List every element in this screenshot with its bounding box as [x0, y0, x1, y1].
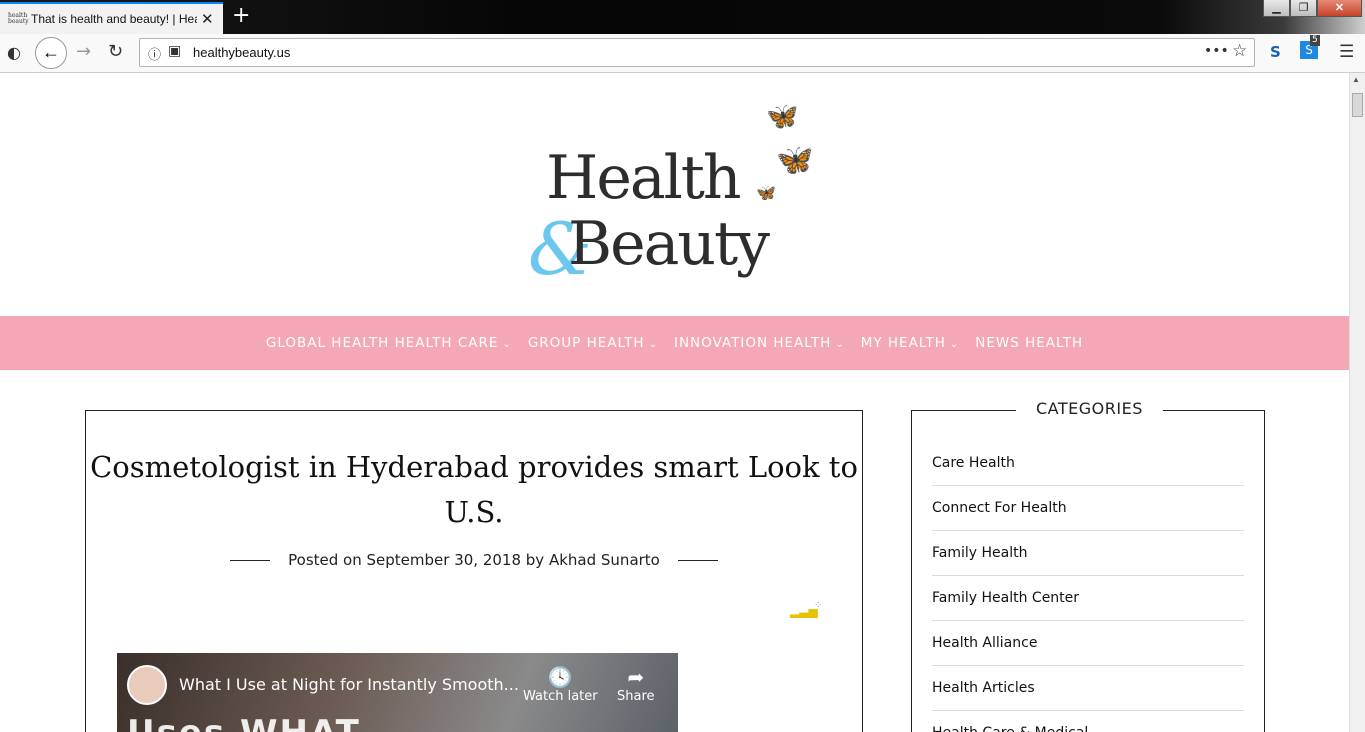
tab-title: That is health and beauty! | Hea [31, 12, 197, 26]
tab-favicon-icon: health beauty [8, 12, 29, 25]
by-label: by [525, 551, 545, 569]
category-link[interactable]: Health Articles [932, 666, 1244, 711]
butterfly-large-icon: 🦋 [776, 144, 814, 177]
article-card: Cosmetologist in Hyderabad provides smar… [85, 410, 863, 732]
forward-button[interactable]: → [76, 41, 91, 62]
category-link[interactable]: Health Care & Medical [932, 711, 1244, 732]
article-title[interactable]: Cosmetologist in Hyderabad provides smar… [86, 445, 862, 535]
new-tab-icon[interactable]: + [232, 3, 250, 28]
article-meta: Posted on September 30, 2018 by Akhad Su… [86, 551, 862, 569]
main-nav: GLOBAL HEALTH HEALTH CARE ⌄ GROUP HEALTH ⌄… [0, 316, 1349, 370]
category-link[interactable]: Connect For Health [932, 486, 1244, 531]
chevron-down-icon: ⌄ [835, 339, 845, 350]
chevron-down-icon: ⌄ [648, 339, 658, 350]
image-icon: ▣ [168, 43, 182, 59]
url-text[interactable]: healthybeauty.us [193, 45, 290, 60]
bookmark-star-icon[interactable]: ☆ [1232, 41, 1247, 61]
scroll-thumb[interactable] [1352, 93, 1363, 117]
categories-list: Care Health Connect For Health Family He… [932, 441, 1244, 732]
chevron-down-icon: ⌄ [502, 339, 512, 350]
site-info-icon[interactable]: ⓘ [148, 44, 161, 63]
nav-item-global-health[interactable]: GLOBAL HEALTH HEALTH CARE ⌄ [266, 335, 512, 351]
address-bar[interactable]: ⓘ ▣ healthybeauty.us ••• ☆ [139, 38, 1255, 67]
categories-title: CATEGORIES [1016, 399, 1163, 418]
web-page: 🦋 🦋 🦋 Health & Beauty GLOBAL HEALTH HEAL… [0, 73, 1349, 732]
close-window-icon[interactable]: ✕ [1317, 0, 1362, 17]
category-link[interactable]: Family Health [932, 531, 1244, 576]
maximize-icon[interactable]: ❐ [1290, 0, 1317, 17]
nav-item-group-health[interactable]: GROUP HEALTH ⌄ [528, 335, 658, 351]
minimize-icon[interactable]: ▁ [1263, 0, 1290, 17]
divider [677, 560, 718, 561]
clock-icon: 🕓 [547, 665, 573, 689]
window-controls: ▁ ❐ ✕ [1263, 0, 1362, 18]
s-extension-icon[interactable]: S [1270, 43, 1281, 61]
embedded-video[interactable]: Uses WHAT What I Use at Night for Instan… [117, 653, 678, 732]
tracking-protection-icon[interactable]: ◐ [7, 43, 21, 62]
categories-widget: CATEGORIES Care Health Connect For Healt… [911, 399, 1265, 732]
category-link[interactable]: Care Health [932, 441, 1244, 486]
extension-badge: 5 [1310, 35, 1320, 46]
browser-titlebar: health beauty That is health and beauty!… [0, 0, 1365, 34]
divider [230, 560, 271, 561]
back-arrow-icon: ← [42, 42, 60, 62]
nav-item-my-health[interactable]: MY HEALTH ⌄ [861, 335, 960, 351]
video-title[interactable]: What I Use at Night for Instantly Smooth… [179, 675, 519, 694]
category-link[interactable]: Family Health Center [932, 576, 1244, 621]
extension-icon[interactable]: S5 [1300, 35, 1320, 59]
browser-toolbar: ◐ ← → ↻ ⓘ ▣ healthybeauty.us ••• ☆ S S5 … [0, 34, 1365, 73]
butterflies-icon: 🦋 [766, 101, 799, 131]
author-link[interactable]: Akhad Sunarto [549, 551, 660, 569]
nav-item-news-health[interactable]: NEWS HEALTH [975, 335, 1083, 351]
post-date-link[interactable]: September 30, 2018 [367, 551, 521, 569]
channel-avatar[interactable] [127, 665, 167, 705]
share-arrow-icon: ➦ [627, 665, 645, 689]
scroll-up-icon[interactable]: ▲ [1352, 75, 1360, 84]
browser-tab[interactable]: health beauty That is health and beauty!… [0, 2, 223, 34]
chevron-down-icon: ⌄ [949, 339, 960, 350]
logo-health-text: Health [546, 143, 742, 213]
category-link[interactable]: Health Alliance [932, 621, 1244, 666]
logo-beauty-text: Beauty [568, 209, 770, 279]
back-button[interactable]: ← [35, 37, 67, 69]
nav-item-innovation-health[interactable]: INNOVATION HEALTH ⌄ [674, 335, 845, 351]
menu-icon[interactable]: ☰ [1339, 42, 1354, 62]
site-logo[interactable]: 🦋 🦋 🦋 Health & Beauty [526, 101, 826, 291]
share-button[interactable]: ➦ Share [617, 665, 655, 704]
watch-later-button[interactable]: 🕓 Watch later [523, 665, 598, 704]
page-scrollbar[interactable]: ▲ [1349, 73, 1365, 732]
loading-dots-icon: ⁘ [814, 600, 823, 611]
butterfly-small-icon: 🦋 [756, 185, 776, 202]
tab-close-icon[interactable]: ✕ [201, 10, 214, 28]
page-actions-icon[interactable]: ••• [1204, 43, 1229, 59]
reload-button[interactable]: ↻ [108, 41, 123, 62]
video-thumbnail-text: Uses WHAT [127, 713, 361, 732]
posted-on-label: Posted on [288, 551, 362, 569]
